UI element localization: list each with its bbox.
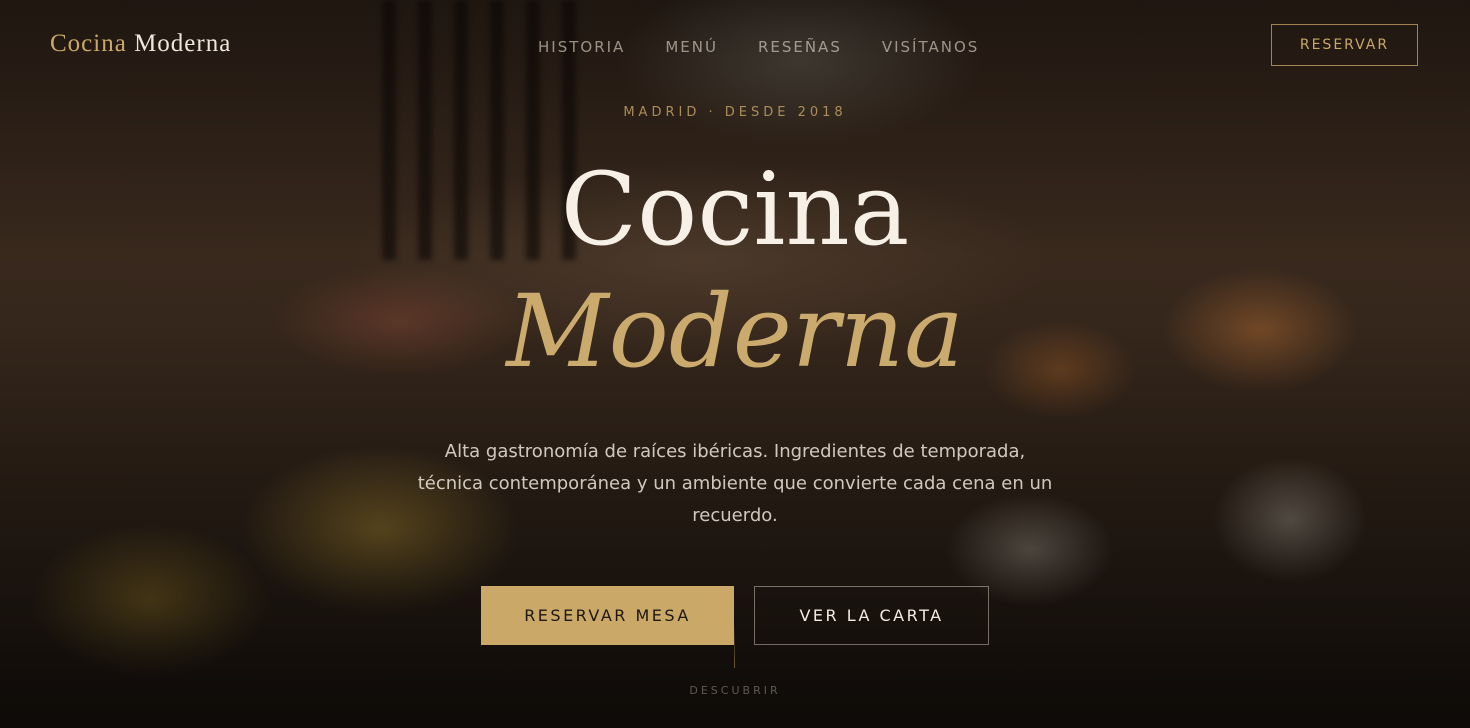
hero-headline-line-2: Moderna <box>506 273 964 390</box>
logo-word-1: Cocina <box>50 30 127 57</box>
reserve-table-button[interactable]: RESERVAR MESA <box>481 586 734 645</box>
hero-section: Cocina Moderna HISTORIA MENÚ RESEÑAS VIS… <box>0 0 1470 728</box>
view-menu-button[interactable]: VER LA CARTA <box>754 586 989 645</box>
nav-reserve-button[interactable]: RESERVAR <box>1271 24 1418 66</box>
nav-item-menu[interactable]: MENÚ <box>665 38 718 56</box>
nav-item-historia[interactable]: HISTORIA <box>538 38 625 56</box>
main-nav: HISTORIA MENÚ RESEÑAS VISÍTANOS <box>538 38 979 56</box>
logo-word-2: Moderna <box>134 30 232 57</box>
hero-eyebrow: MADRID · DESDE 2018 <box>623 105 847 120</box>
site-logo[interactable]: Cocina Moderna <box>50 30 231 58</box>
hero-headline-line-1: Cocina <box>560 151 910 268</box>
hero-tagline: Alta gastronomía de raíces ibéricas. Ing… <box>417 441 1053 526</box>
nav-item-resenas[interactable]: RESEÑAS <box>758 38 842 56</box>
scroll-discover-link[interactable]: DESCUBRIR <box>0 684 1470 697</box>
scroll-indicator-line <box>734 622 735 668</box>
nav-item-visitanos[interactable]: VISÍTANOS <box>882 38 979 56</box>
